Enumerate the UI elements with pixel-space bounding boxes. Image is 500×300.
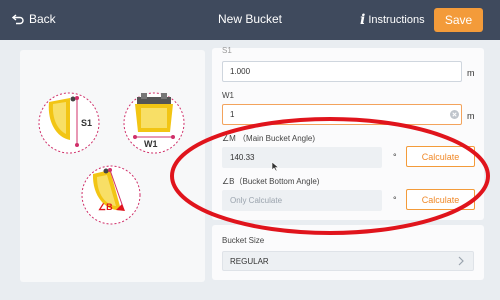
s1-unit: m bbox=[467, 68, 475, 78]
bucket-side-view-diagram: S1 bbox=[38, 92, 100, 154]
calculate-bottom-angle-button[interactable]: Calculate bbox=[406, 189, 475, 210]
w1-diagram-label: W1 bbox=[144, 139, 158, 149]
bottom-angle-unit: ° bbox=[393, 195, 397, 205]
s1-diagram-label: S1 bbox=[81, 118, 92, 128]
s1-field-label: S1 bbox=[222, 46, 232, 55]
top-bar: Back New Bucket i Instructions Save bbox=[0, 0, 500, 40]
main-angle-input[interactable]: 140.33 bbox=[222, 147, 382, 168]
clear-input-icon[interactable] bbox=[450, 110, 459, 119]
save-button[interactable]: Save bbox=[434, 8, 483, 32]
main-angle-label: ∠M （Main Bucket Angle) bbox=[222, 134, 315, 143]
b-angle-diagram-label: ∠B bbox=[98, 202, 113, 212]
info-icon: i bbox=[360, 12, 366, 28]
diagram-panel: S1 W1 ∠B bbox=[20, 50, 205, 282]
w1-input[interactable]: 1 bbox=[222, 104, 462, 125]
main-angle-unit: ° bbox=[393, 152, 397, 162]
bucket-size-value: REGULAR bbox=[230, 256, 269, 266]
instructions-button[interactable]: i Instructions bbox=[360, 12, 425, 28]
instructions-label: Instructions bbox=[368, 14, 425, 26]
page-title: New Bucket bbox=[217, 12, 283, 26]
bottom-angle-input[interactable]: Only Calculate bbox=[222, 190, 382, 211]
mouse-cursor-icon bbox=[271, 161, 280, 172]
s1-input[interactable]: 1.000 bbox=[222, 61, 462, 82]
w1-field-label: W1 bbox=[222, 91, 234, 100]
w1-unit: m bbox=[467, 111, 475, 121]
bucket-size-select[interactable]: REGULAR bbox=[222, 251, 474, 271]
bucket-diagrams: S1 W1 ∠B bbox=[38, 92, 185, 225]
bucket-front-view-diagram: W1 bbox=[123, 92, 185, 154]
bucket-size-label: Bucket Size bbox=[222, 236, 265, 245]
calculate-main-angle-button[interactable]: Calculate bbox=[406, 146, 475, 167]
bucket-bottom-angle-diagram: ∠B bbox=[81, 165, 141, 225]
chevron-right-icon bbox=[458, 256, 464, 266]
bottom-angle-label: ∠B（Bucket Bottom Angle) bbox=[222, 177, 320, 186]
